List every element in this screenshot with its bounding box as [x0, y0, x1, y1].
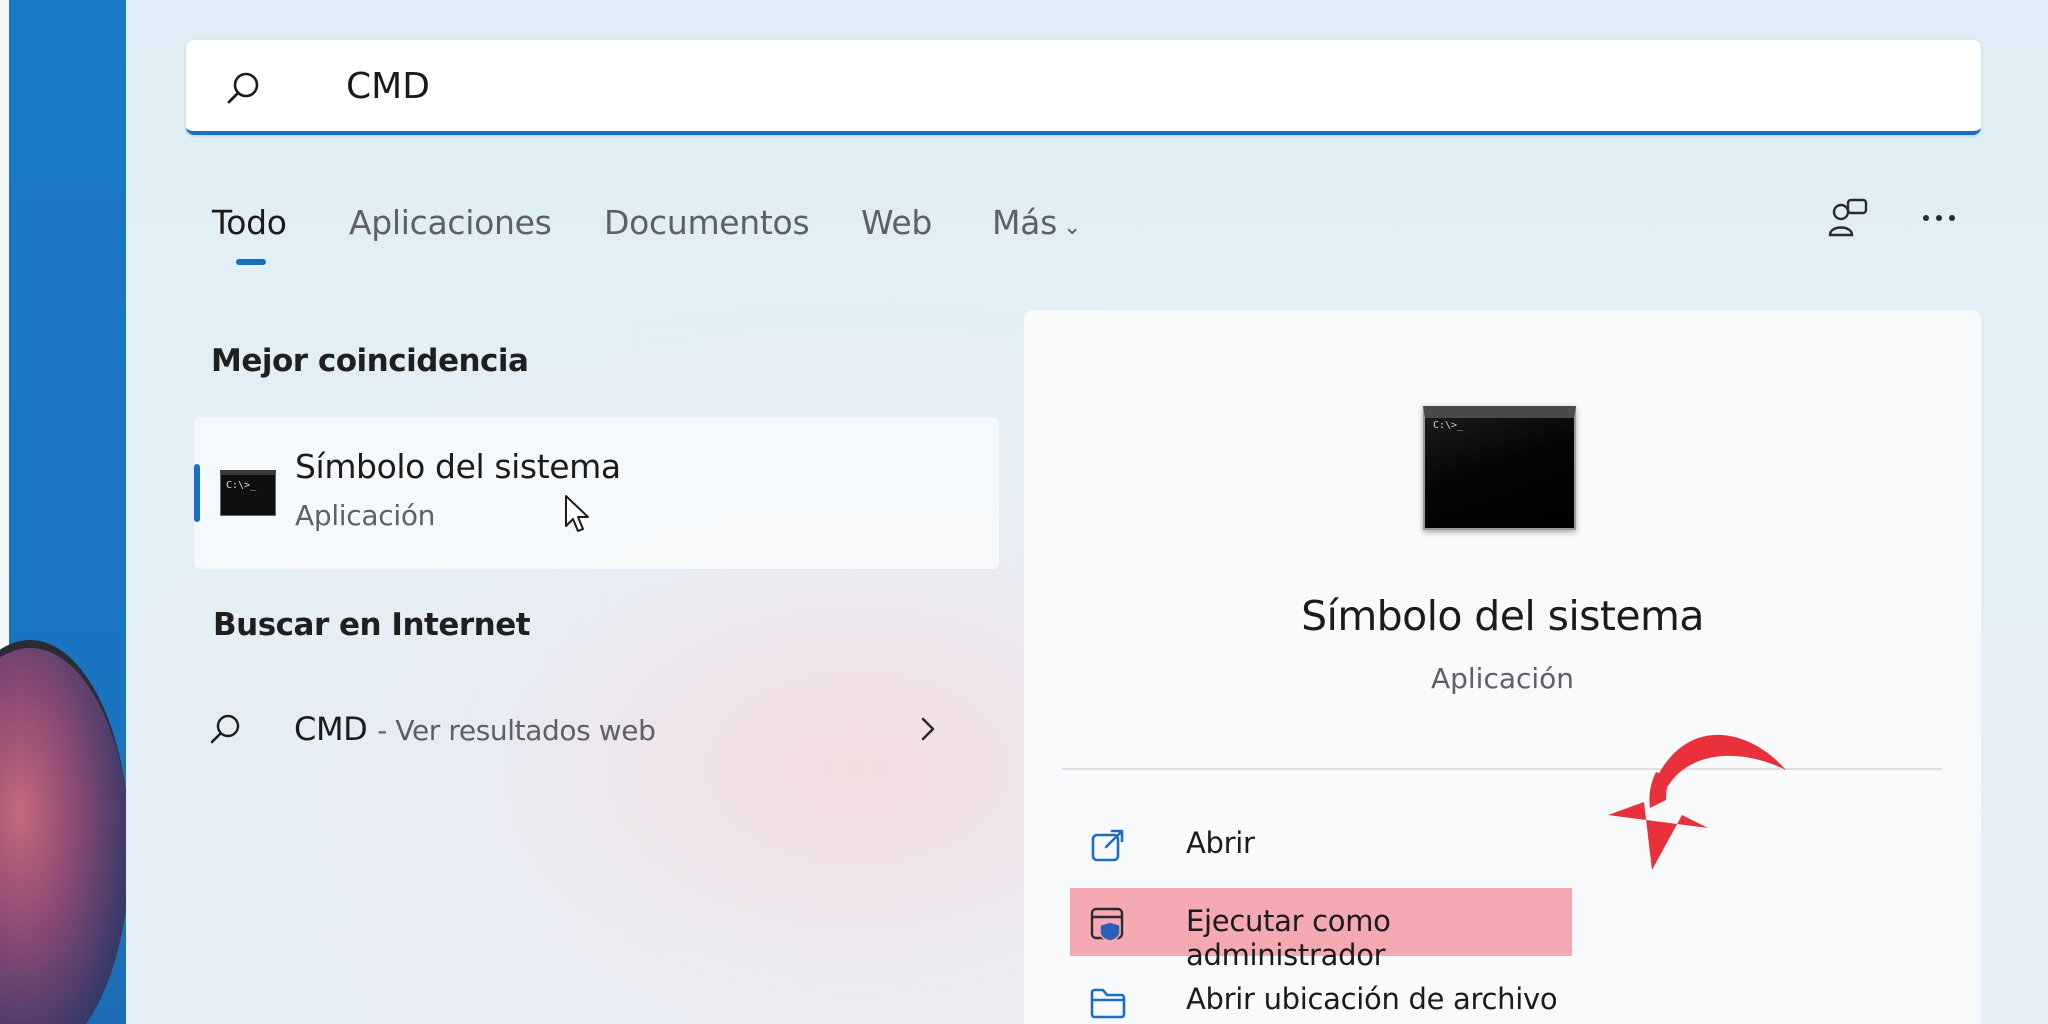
tab-todo[interactable]: Todo [212, 203, 287, 242]
action-open-file-location-label: Abrir ubicación de archivo [1186, 982, 1558, 1016]
action-run-as-admin-label: Ejecutar como administrador [1186, 904, 1391, 972]
annotation-arrow-icon [1608, 734, 1786, 870]
action-run-as-admin[interactable]: Ejecutar como administrador [1070, 888, 1572, 972]
run-as-admin-icon [1090, 907, 1124, 942]
open-external-icon [1091, 829, 1124, 862]
tab-mas-label: Más [992, 203, 1057, 242]
web-search-suffix: - Ver resultados web [377, 714, 656, 747]
more-options-icon[interactable] [1916, 195, 1962, 241]
command-prompt-icon: C:\>_ [220, 470, 276, 516]
mouse-cursor-icon [565, 495, 589, 532]
search-input[interactable]: CMD [186, 40, 1981, 135]
web-search-result[interactable]: CMD - Ver resultados web [206, 700, 996, 760]
tab-web[interactable]: Web [861, 203, 932, 242]
web-search-label: CMD - Ver resultados web [294, 710, 656, 748]
detail-title: Símbolo del sistema [1301, 592, 1704, 640]
chevron-right-icon [921, 717, 935, 741]
action-open-file-location[interactable]: Abrir ubicación de archivo [1070, 966, 1570, 1024]
search-icon [210, 714, 240, 744]
web-search-header: Buscar en Internet [213, 607, 531, 643]
start-search-panel: CMD Todo Aplicaciones Documentos Web Más… [126, 0, 2048, 1024]
active-tab-indicator [236, 259, 266, 265]
search-query[interactable]: CMD [346, 66, 430, 107]
account-switch-icon[interactable] [1826, 195, 1872, 241]
tab-documentos[interactable]: Documentos [604, 203, 810, 242]
best-match-name: Símbolo del sistema [295, 447, 621, 486]
action-open-label: Abrir [1186, 826, 1255, 860]
action-open[interactable]: Abrir [1070, 810, 1570, 878]
wallpaper-orb [0, 640, 130, 1024]
best-match-header: Mejor coincidencia [211, 343, 529, 379]
tab-mas[interactable]: Más ⌄ [992, 203, 1081, 242]
selection-accent [194, 464, 200, 522]
best-match-type: Aplicación [295, 499, 436, 532]
desktop-edge [0, 0, 130, 1024]
search-icon [227, 72, 259, 104]
chevron-down-icon: ⌄ [1063, 215, 1082, 240]
result-detail-panel: C:\>_ Símbolo del sistema Aplicación Abr… [1024, 310, 1981, 1024]
command-prompt-large-icon: C:\>_ [1423, 406, 1576, 530]
detail-subtitle: Aplicación [1430, 662, 1575, 695]
tab-aplicaciones[interactable]: Aplicaciones [349, 203, 552, 242]
web-search-query: CMD [294, 710, 368, 748]
best-match-result[interactable]: C:\>_ Símbolo del sistema Aplicación [194, 417, 999, 569]
folder-icon [1090, 988, 1126, 1019]
